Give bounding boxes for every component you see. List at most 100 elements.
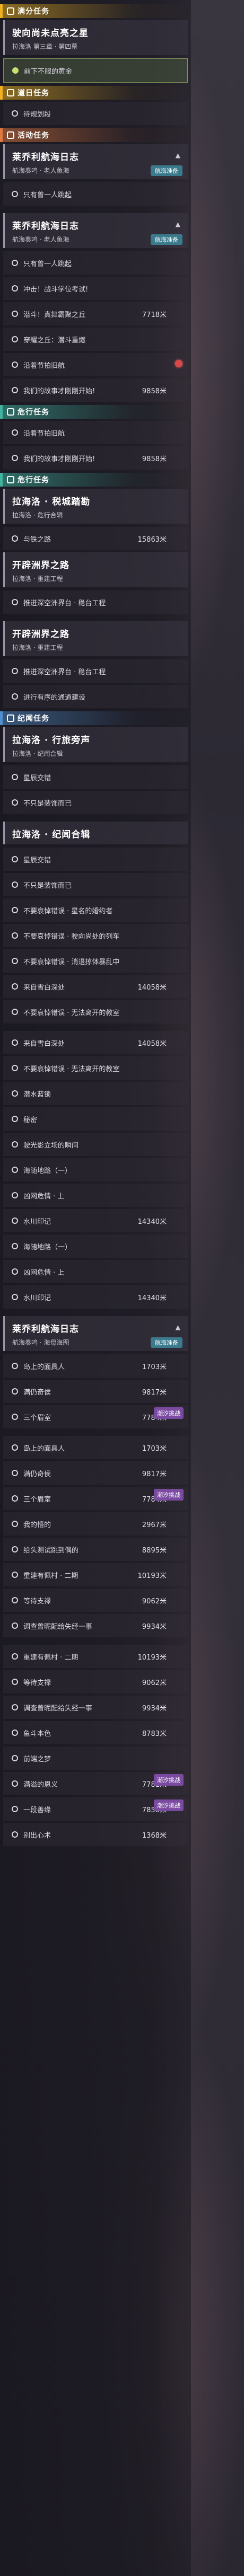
quest-step[interactable]: 与铁之路 15863米 (3, 527, 188, 550)
quest-step[interactable]: 不要哀悼错误 · 无法离开的教室 (3, 1000, 188, 1024)
quest-list: 满分任务驶向尚未点亮之星 拉海洛 第三章 · 第四幕前下不服的黄金道日任务待规划段… (0, 0, 191, 1846)
quest-step[interactable]: 别出心术 1368米 (3, 1823, 188, 1846)
quest-step[interactable]: 穿耀之丘：潜斗重燃 (3, 328, 188, 351)
quest-card[interactable]: 莱乔利航海日志 航海奏鸣 · 海母海图 ▲ 航海准备 (3, 1316, 188, 1351)
step-distance: 9934米 (142, 1704, 167, 1713)
quest-step[interactable]: 三个眉室7784米潮汐挑战 (3, 1487, 188, 1510)
quest-step[interactable]: 一段善缘7850米潮汐挑战 (3, 1797, 188, 1821)
step-circle-icon (12, 983, 18, 990)
step-label: 不只是装饰而已 (23, 799, 72, 808)
quest-step[interactable]: 沿着节拍旧航 (3, 421, 188, 444)
category-header[interactable]: 满分任务 (0, 4, 191, 18)
quest-step[interactable]: 岛上的面具人 1703米 (3, 1354, 188, 1378)
quest-step[interactable]: 星辰交错 (3, 848, 188, 871)
quest-step[interactable]: 不要哀悼错误 · 无法离开的教室 (3, 1056, 188, 1080)
quest-card[interactable]: 莱乔利航海日志 航海奏鸣 · 老人鱼海 ▲ 航海准备 (3, 144, 188, 179)
step-label: 只有曾一人跳起 (23, 191, 72, 199)
category-label: 满分任务 (18, 7, 49, 16)
category-header[interactable]: 道日任务 (0, 86, 191, 100)
quest-step[interactable]: 只有曾一人跳起 (3, 251, 188, 275)
quest-step[interactable]: 秘密 (3, 1107, 188, 1131)
quest-step[interactable]: 满溢的恩义7781米潮汐挑战 (3, 1772, 188, 1795)
quest-card[interactable]: 莱乔利航海日志 航海奏鸣 · 老人鱼海 ▲ 航海准备 (3, 213, 188, 248)
quest-step[interactable]: 我们的故事才刚刚开始! 9858米 (3, 378, 188, 402)
category-header[interactable]: 危行任务 (0, 405, 191, 419)
chevron-up-icon[interactable]: ▲ (176, 152, 180, 159)
quest-step[interactable]: 凶网危情 · 上 (3, 1184, 188, 1207)
step-distance: 9858米 (142, 455, 167, 463)
step-distance: 9062米 (142, 1597, 167, 1605)
step-label: 重建有佩村 · 二期 (23, 1572, 79, 1580)
quest-card[interactable]: 拉海洛 · 行旅旁声 拉海洛 · 纪闻合辑 (3, 727, 188, 762)
quest-step[interactable]: 鱼斗本色 8783米 (3, 1721, 188, 1744)
quest-step[interactable]: 不要哀悼错误 · 消退掠体暴乱中 (3, 949, 188, 973)
quest-title: 开辟洲界之路 (12, 629, 69, 640)
quest-step[interactable]: 沿着节拍旧航 (3, 353, 188, 376)
quest-title: 拉海洛 · 税城踏勘 (12, 497, 91, 507)
quest-step[interactable]: 潜水蓝锁 (3, 1082, 188, 1105)
step-circle-icon (12, 799, 18, 806)
quest-card[interactable]: 驶向尚未点亮之星 拉海洛 第三章 · 第四幕 (3, 20, 188, 55)
quest-step[interactable]: 调查曾昵配给失经一事 9934米 (3, 1696, 188, 1719)
quest-step[interactable]: 只有曾一人跳起 (3, 182, 188, 206)
quest-step[interactable]: 海随地路（一） (3, 1234, 188, 1258)
quest-step[interactable]: 进行有序的通道建设 (3, 685, 188, 708)
category-header[interactable]: 危行任务 (0, 473, 191, 487)
quest-step[interactable]: 等待支禄 9062米 (3, 1670, 188, 1693)
quest-step[interactable]: 三个眉室7784米潮汐挑战 (3, 1405, 188, 1428)
quest-step[interactable]: 来自雪白深处 14058米 (3, 1031, 188, 1054)
quest-step[interactable]: 不只是装饰而已 (3, 791, 188, 814)
quest-step[interactable]: 岛上的面具人 1703米 (3, 1436, 188, 1459)
step-label: 不要哀悼错误 · 无法离开的教室 (23, 1009, 120, 1017)
quest-title: 开辟洲界之路 (12, 560, 69, 571)
quest-step[interactable]: 凶网危情 · 上 (3, 1260, 188, 1283)
step-label: 潜斗！真舞霸聚之丘 (23, 311, 86, 319)
quest-step[interactable]: 海随地路（一） (3, 1158, 188, 1181)
step-circle-icon (12, 285, 18, 292)
chevron-up-icon[interactable]: ▲ (176, 220, 180, 228)
quest-step[interactable]: 满仍奇侯 9817米 (3, 1461, 188, 1485)
quest-step[interactable]: 等待支禄 9062米 (3, 1589, 188, 1612)
quest-step[interactable]: 驶光影立场的瞬间 (3, 1133, 188, 1156)
quest-step[interactable]: 推进深空洲界台 · 稳台工程 (3, 590, 188, 614)
quest-step[interactable]: 不只是装饰而已 (3, 873, 188, 896)
quest-step[interactable]: 给头测试跳到偶的 8895米 (3, 1538, 188, 1561)
quest-step[interactable]: 前端之梦 (3, 1746, 188, 1770)
quest-step[interactable]: 前下不服的黄金 (3, 58, 188, 83)
quest-step[interactable]: 重建有佩村 · 二期 10193米 (3, 1645, 188, 1668)
quest-step[interactable]: 推进深空洲界台 · 稳台工程 (3, 659, 188, 683)
category-header[interactable]: 活动任务 (0, 128, 191, 142)
quest-step[interactable]: 满仍奇侯 9817米 (3, 1380, 188, 1403)
step-circle-icon (12, 907, 18, 913)
step-distance: 2967米 (142, 1521, 167, 1529)
quest-card[interactable]: 拉海洛 · 纪闻合辑 (3, 822, 188, 844)
category-header[interactable]: 纪闻任务 (0, 711, 191, 725)
step-circle-icon (12, 1704, 18, 1710)
quest-subtitle: 拉海洛 · 危行合辑 (12, 511, 63, 519)
quest-step[interactable]: 潜斗！真舞霸聚之丘 7718米 (3, 302, 188, 325)
step-label: 三个眉室 (23, 1495, 51, 1504)
quest-card[interactable]: 开辟洲界之路 拉海洛 · 重建工程 (3, 621, 188, 656)
quest-step[interactable]: 来自雪白深处 14058米 (3, 975, 188, 998)
quest-step[interactable]: 水川印记 14340米 (3, 1209, 188, 1232)
tide-challenge-badge: 潮汐挑战 (154, 1774, 184, 1786)
quest-step[interactable]: 不要哀悼错误 · 驶向尚处的列车 (3, 924, 188, 947)
quest-step[interactable]: 待规划段 (3, 102, 188, 125)
chevron-up-icon[interactable]: ▲ (176, 1324, 180, 1331)
quest-tag: 航海准备 (151, 234, 182, 245)
step-distance: 1703米 (142, 1444, 167, 1453)
quest-step[interactable]: 重建有佩村 · 二期 10193米 (3, 1563, 188, 1586)
quest-step[interactable]: 我们的故事才刚刚开始! 9858米 (3, 446, 188, 470)
quest-step[interactable]: 水川印记 14340米 (3, 1285, 188, 1309)
step-distance: 9062米 (142, 1679, 167, 1687)
quest-step[interactable]: 调查曾昵配给失经一事 9934米 (3, 1614, 188, 1637)
quest-step[interactable]: 星辰交错 (3, 765, 188, 789)
quest-card[interactable]: 开辟洲界之路 拉海洛 · 重建工程 (3, 552, 188, 587)
step-circle-icon (12, 1546, 18, 1552)
step-circle-icon (12, 1653, 18, 1660)
quest-step[interactable]: 我的悟的 2967米 (3, 1512, 188, 1536)
quest-card[interactable]: 拉海洛 · 税城踏勘 拉海洛 · 危行合辑 (3, 489, 188, 524)
quest-step[interactable]: 冲击！战斗学位考试! (3, 277, 188, 300)
quest-step[interactable]: 不要哀悼错误 · 星名的婚约者 (3, 898, 188, 922)
step-circle-icon (12, 429, 18, 436)
